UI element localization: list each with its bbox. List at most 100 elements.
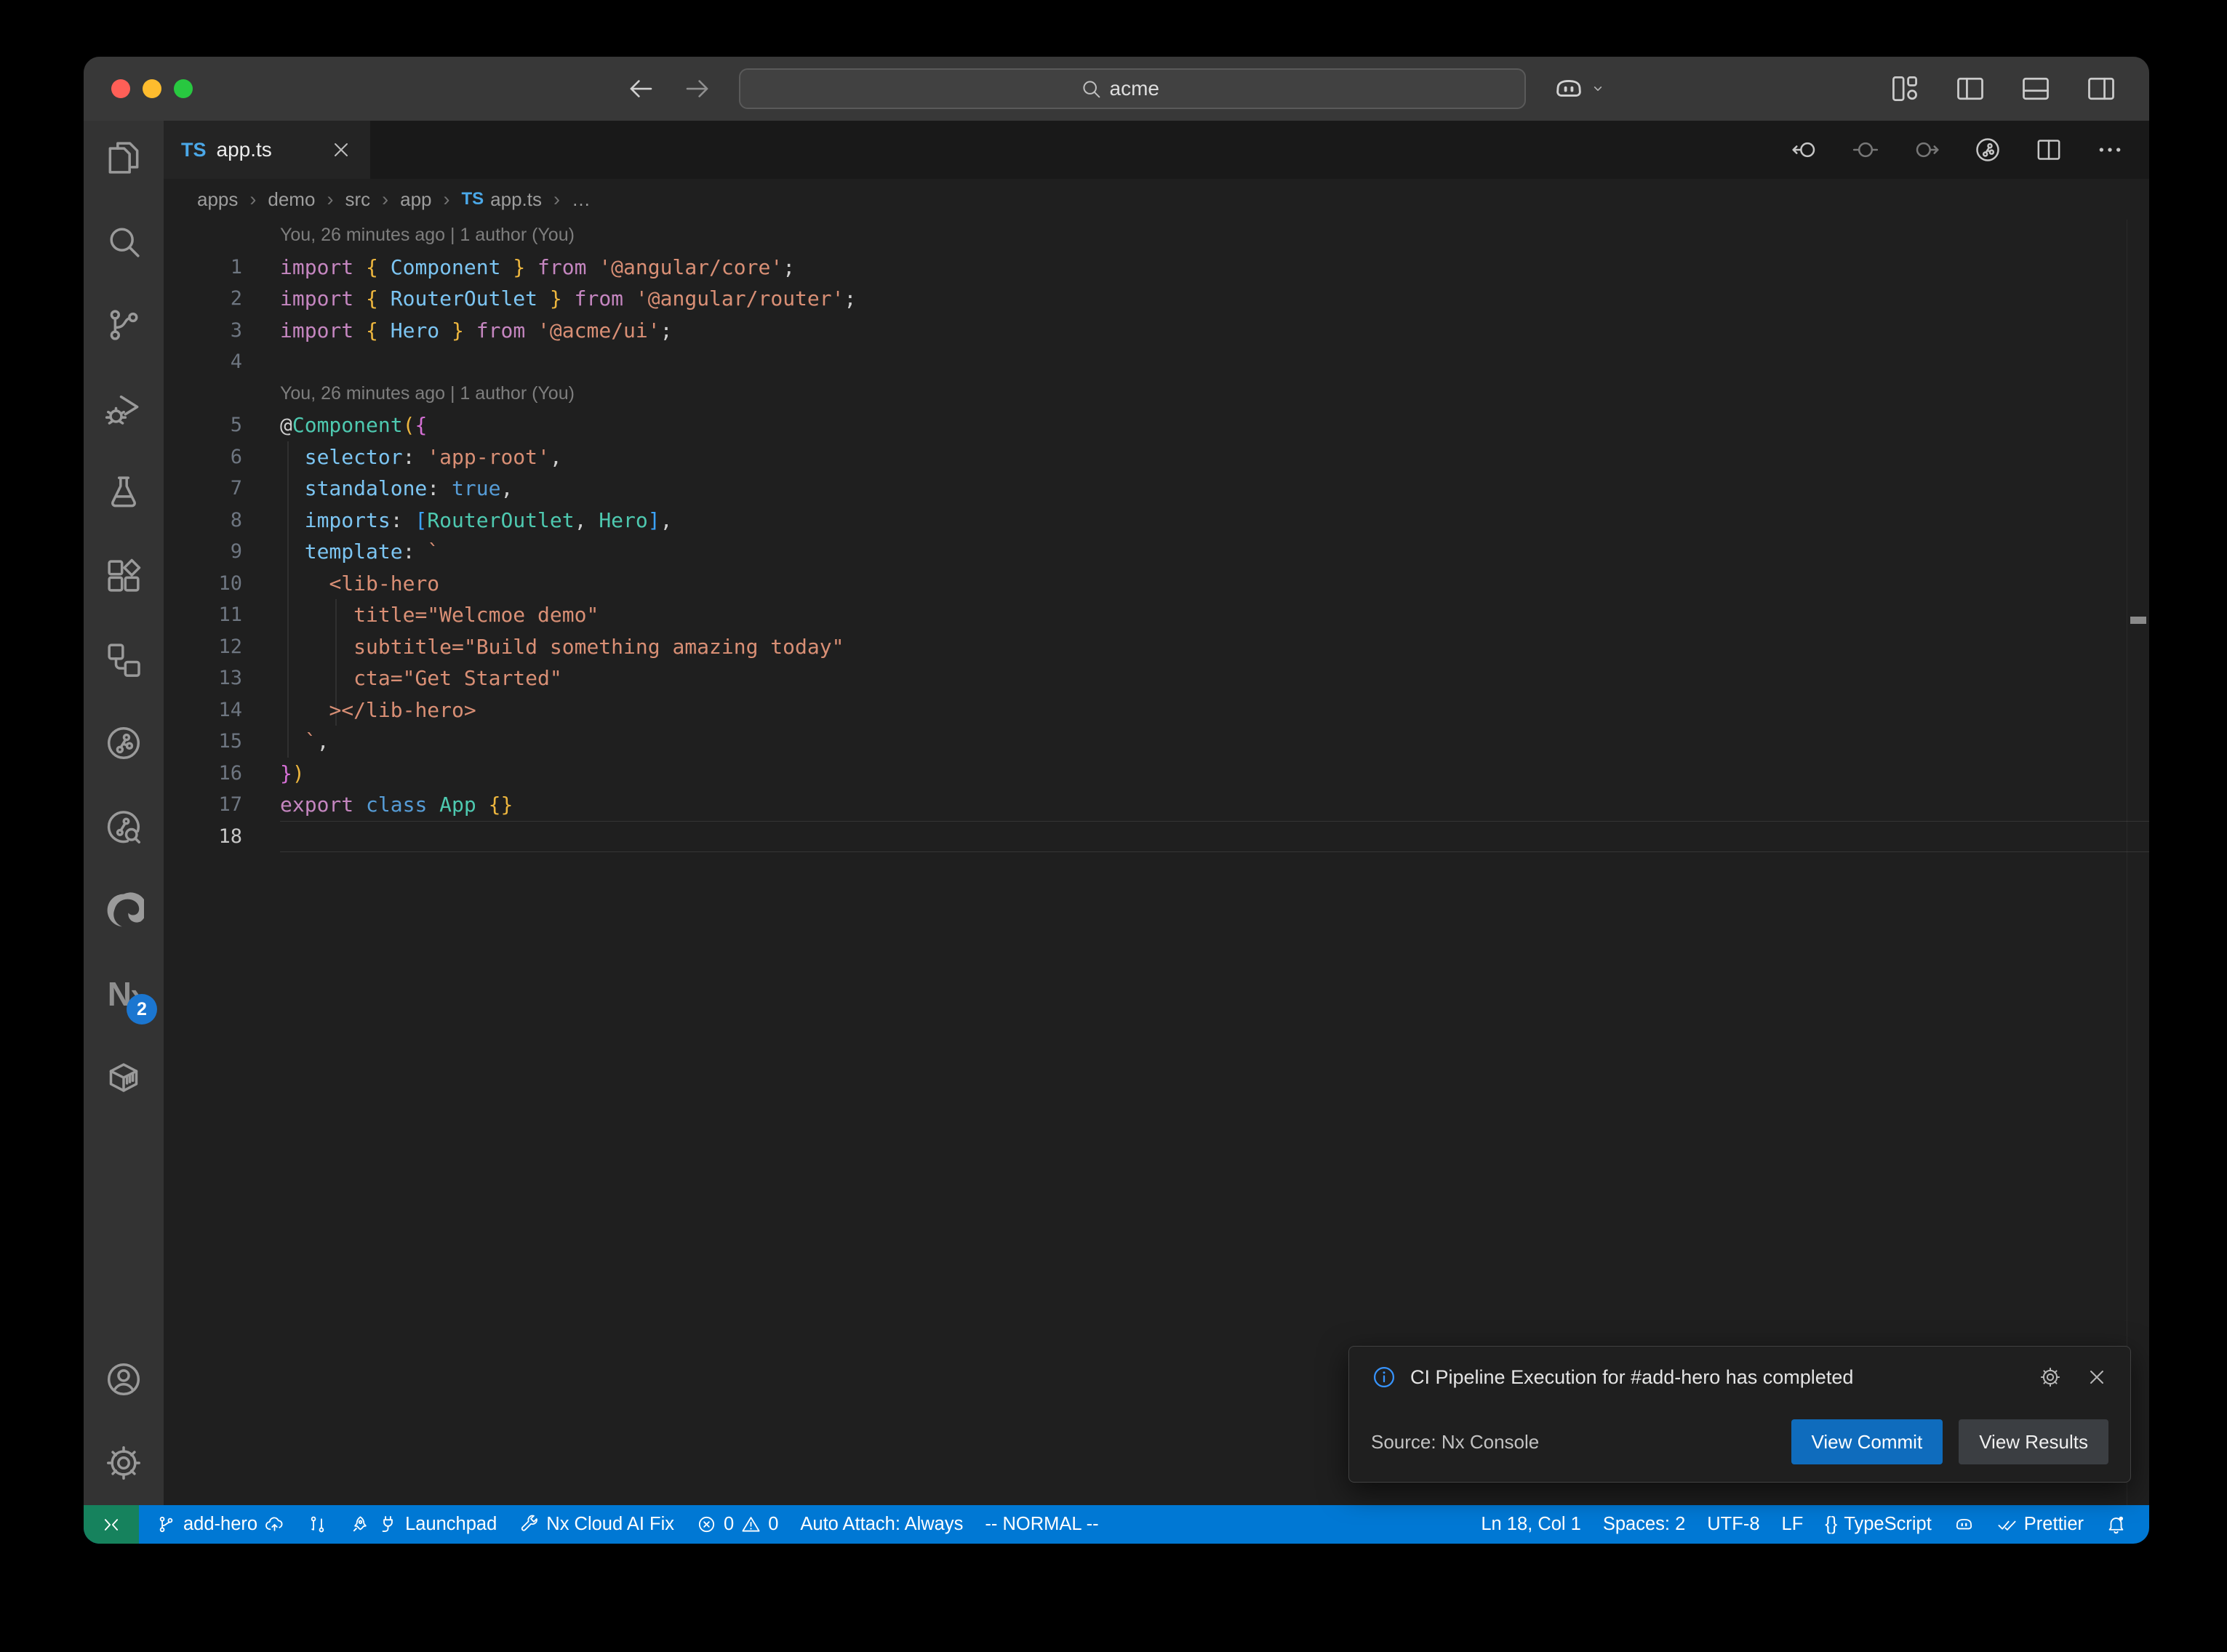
nav-back-icon[interactable]	[1790, 135, 1819, 164]
run-debug-icon[interactable]	[103, 388, 144, 429]
line-number[interactable]: 13	[164, 667, 280, 689]
code-line[interactable]: 8 imports: [RouterOutlet, Hero],	[164, 505, 2149, 537]
code-line[interactable]: 4	[164, 346, 2149, 378]
close-window-button[interactable]	[111, 79, 130, 98]
line-number[interactable]: 9	[164, 540, 280, 563]
line-number[interactable]: 7	[164, 477, 280, 500]
navigate-back-icon[interactable]	[625, 73, 656, 104]
more-actions-icon[interactable]	[2095, 135, 2124, 164]
eol-status[interactable]: LF	[1771, 1505, 1815, 1544]
zoom-window-button[interactable]	[174, 79, 193, 98]
code-line[interactable]: 2import { RouterOutlet } from '@angular/…	[164, 283, 2149, 315]
minimize-window-button[interactable]	[143, 79, 161, 98]
tab-app-ts[interactable]: TS app.ts	[164, 121, 370, 179]
status-text: Launchpad	[405, 1514, 497, 1535]
line-number[interactable]: 17	[164, 793, 280, 816]
vim-mode-status[interactable]: -- NORMAL --	[974, 1505, 1109, 1544]
close-tab-icon[interactable]	[329, 138, 353, 161]
code-editor[interactable]: You, 26 minutes ago | 1 author (You)1imp…	[164, 220, 2149, 1505]
breadcrumb-item[interactable]: …	[572, 188, 591, 211]
line-number[interactable]: 18	[164, 825, 280, 848]
prettier-status[interactable]: Prettier	[1986, 1505, 2095, 1544]
line-number[interactable]: 4	[164, 350, 280, 373]
line-number[interactable]: 8	[164, 509, 280, 532]
nx-console-icon[interactable]: N›2	[103, 974, 144, 1014]
code-line[interactable]: 14 ></lib-hero>	[164, 694, 2149, 726]
code-line[interactable]: 1import { Component } from '@angular/cor…	[164, 252, 2149, 284]
search-input[interactable]	[1110, 77, 1186, 100]
git-blame-annotation: You, 26 minutes ago | 1 author (You)	[164, 220, 2149, 252]
language-status[interactable]: {}TypeScript	[1814, 1505, 1943, 1544]
code-line[interactable]: 5@Component({	[164, 409, 2149, 441]
git-branch-status[interactable]: add-hero	[145, 1505, 296, 1544]
line-number[interactable]: 12	[164, 635, 280, 658]
split-editor-icon[interactable]	[2034, 135, 2063, 164]
line-number[interactable]: 5	[164, 414, 280, 436]
overview-ruler[interactable]	[2127, 220, 2149, 1505]
breadcrumb-item[interactable]: app	[400, 188, 431, 211]
remote-indicator[interactable]	[84, 1505, 139, 1544]
code-line[interactable]: 15 `,	[164, 726, 2149, 758]
encoding-status[interactable]: UTF-8	[1696, 1505, 1770, 1544]
breadcrumb-item[interactable]: src	[345, 188, 370, 211]
customize-layout-icon[interactable]	[1889, 73, 1921, 105]
code-line[interactable]: 10 <lib-hero	[164, 568, 2149, 600]
toggle-panel-icon[interactable]	[2020, 73, 2052, 105]
line-number[interactable]: 15	[164, 730, 280, 753]
explorer-icon[interactable]	[103, 137, 144, 178]
navigate-forward-icon[interactable]	[682, 73, 713, 104]
extensions-icon[interactable]	[103, 556, 144, 596]
code-line[interactable]: 18	[164, 821, 2149, 853]
breadcrumb-item[interactable]: TSapp.ts	[462, 188, 543, 211]
line-number[interactable]: 14	[164, 699, 280, 721]
cursor-position-status[interactable]: Ln 18, Col 1	[1470, 1505, 1592, 1544]
command-center-search[interactable]	[739, 68, 1526, 109]
settings-gear-icon[interactable]	[103, 1443, 144, 1483]
testing-icon[interactable]	[103, 472, 144, 513]
line-number[interactable]: 11	[164, 604, 280, 626]
toggle-primary-sidebar-icon[interactable]	[1954, 73, 1986, 105]
gitlens-icon[interactable]	[103, 723, 144, 763]
notifications-bell[interactable]	[2095, 1505, 2138, 1544]
code-line[interactable]: 11 title="Welcmoe demo"	[164, 599, 2149, 631]
copilot-menu[interactable]	[1552, 72, 1607, 105]
nav-location-icon[interactable]	[1851, 135, 1880, 164]
view-commit-button[interactable]: View Commit	[1791, 1419, 1943, 1464]
line-number[interactable]: 3	[164, 319, 280, 342]
source-control-icon[interactable]	[103, 305, 144, 345]
gitlens-inspect-icon[interactable]	[103, 806, 144, 847]
line-number[interactable]: 6	[164, 446, 280, 468]
nav-forward-icon[interactable]	[1912, 135, 1941, 164]
accounts-icon[interactable]	[103, 1359, 144, 1400]
nx-cloud-ai-fix-status[interactable]: Nx Cloud AI Fix	[508, 1505, 685, 1544]
breadcrumb-item[interactable]: apps	[197, 188, 238, 211]
line-number[interactable]: 2	[164, 287, 280, 310]
code-line[interactable]: 7 standalone: true,	[164, 473, 2149, 505]
code-line[interactable]: 17export class App {}	[164, 789, 2149, 821]
line-number[interactable]: 16	[164, 762, 280, 785]
problems-status[interactable]: 00	[685, 1505, 789, 1544]
indentation-status[interactable]: Spaces: 2	[1592, 1505, 1696, 1544]
code-line[interactable]: 12 subtitle="Build something amazing tod…	[164, 631, 2149, 663]
code-line[interactable]: 6 selector: 'app-root',	[164, 441, 2149, 473]
project-structure-icon[interactable]	[103, 639, 144, 680]
code-line[interactable]: 16})	[164, 758, 2149, 790]
launchpad-status[interactable]: Launchpad	[339, 1505, 508, 1544]
toggle-secondary-sidebar-icon[interactable]	[2085, 73, 2117, 105]
code-line[interactable]: 3import { Hero } from '@acme/ui';	[164, 315, 2149, 347]
commit-graph-icon[interactable]	[1973, 135, 2002, 164]
code-line[interactable]: 13 cta="Get Started"	[164, 662, 2149, 694]
view-results-button[interactable]: View Results	[1959, 1419, 2108, 1464]
search-icon[interactable]	[103, 221, 144, 262]
containers-icon[interactable]	[103, 1057, 144, 1098]
auto-attach-status[interactable]: Auto Attach: Always	[789, 1505, 974, 1544]
notification-settings-icon[interactable]	[2039, 1366, 2062, 1389]
line-number[interactable]: 1	[164, 256, 280, 278]
code-line[interactable]: 9 template: `	[164, 536, 2149, 568]
breadcrumb-item[interactable]: demo	[268, 188, 315, 211]
git-compare-status[interactable]	[296, 1505, 339, 1544]
edge-tools-icon[interactable]	[103, 890, 144, 931]
copilot-status[interactable]	[1943, 1505, 1986, 1544]
notification-close-icon[interactable]	[2085, 1366, 2108, 1389]
line-number[interactable]: 10	[164, 572, 280, 595]
